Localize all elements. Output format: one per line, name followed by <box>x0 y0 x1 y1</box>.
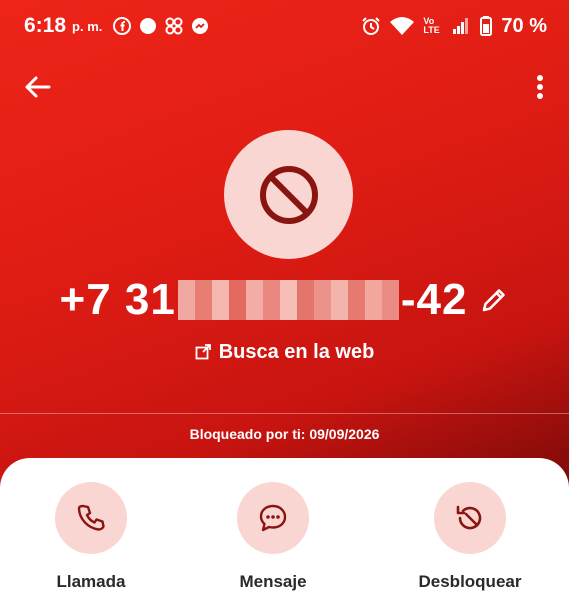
edit-number-button[interactable] <box>479 285 509 315</box>
unblock-icon <box>456 505 482 530</box>
web-search-label: Busca en la web <box>218 340 375 363</box>
arrow-left-icon <box>25 76 51 98</box>
call-action[interactable]: Llamada <box>16 482 166 592</box>
message-icon <box>259 504 287 532</box>
more-vert-icon <box>537 75 543 99</box>
status-bar: 6:18 p. m. Vo LTE 70 % <box>0 0 569 52</box>
external-link-icon <box>195 344 211 360</box>
circle-icon <box>138 16 158 36</box>
blocked-date-text: Bloqueado por ti: 09/09/2026 <box>189 426 380 442</box>
unblock-action[interactable]: Desbloquear <box>395 482 545 592</box>
status-ampm: p. m. <box>72 18 103 34</box>
wifi-icon <box>389 16 415 36</box>
message-button[interactable] <box>237 482 309 554</box>
back-button[interactable] <box>20 70 54 104</box>
call-button[interactable] <box>55 482 127 554</box>
redacted-digits <box>177 280 399 320</box>
battery-percent: 70 % <box>501 14 547 37</box>
messenger-icon <box>190 16 210 36</box>
facebook-icon <box>112 16 132 36</box>
actions-sheet: Llamada Mensaje Desbloquear <box>0 458 569 605</box>
phone-icon <box>77 504 105 531</box>
message-label: Mensaje <box>239 572 307 591</box>
blocked-avatar <box>224 130 353 259</box>
signal-icon <box>451 16 471 36</box>
status-time: 6:18 <box>24 14 67 37</box>
divider <box>0 413 569 414</box>
phone-number-prefix: +7 31 <box>59 275 176 324</box>
battery-icon <box>479 16 493 36</box>
phone-number-suffix: -42 <box>400 275 468 324</box>
unblock-button[interactable] <box>434 482 506 554</box>
alarm-icon <box>361 16 381 36</box>
unblock-label: Desbloquear <box>418 572 522 591</box>
phone-number: +7 31 -42 <box>0 272 569 328</box>
call-label: Llamada <box>56 572 126 591</box>
contact-header: 6:18 p. m. Vo LTE 70 % +7 31 -42 Busca e… <box>0 0 569 490</box>
network-type: Vo LTE <box>423 16 440 35</box>
block-icon <box>259 165 318 224</box>
web-search-link[interactable]: Busca en la web <box>0 336 569 368</box>
pencil-icon <box>483 289 506 312</box>
pinwheel-icon <box>164 16 184 36</box>
more-options-button[interactable] <box>526 70 554 104</box>
message-action[interactable]: Mensaje <box>198 482 348 592</box>
